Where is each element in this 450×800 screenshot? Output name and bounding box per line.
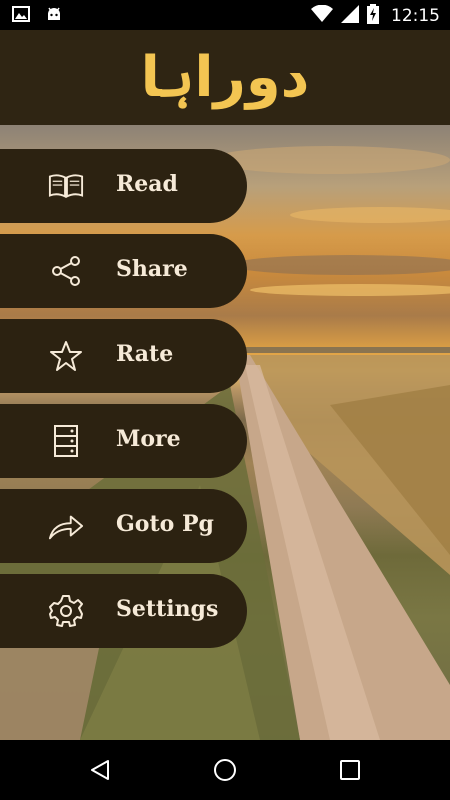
status-bar: 12:15: [0, 0, 450, 30]
gear-icon: [48, 593, 84, 629]
menu-item-read[interactable]: Read: [0, 149, 247, 223]
android-notification-icon: [46, 6, 62, 26]
home-button[interactable]: [210, 755, 240, 785]
book-icon: [48, 168, 84, 204]
wifi-icon: [311, 4, 333, 27]
status-left: [12, 6, 62, 26]
home-icon: [214, 759, 236, 781]
back-button[interactable]: [85, 755, 115, 785]
menu-label-more: More: [116, 426, 181, 452]
star-icon: [48, 338, 84, 374]
app-header: دوراہا: [0, 30, 450, 125]
share-icon: [48, 253, 84, 289]
status-right: 12:15: [311, 4, 440, 28]
back-icon: [91, 760, 109, 780]
status-time: 12:15: [391, 6, 440, 26]
menu-label-share: Share: [116, 256, 188, 282]
menu-item-settings[interactable]: Settings: [0, 574, 247, 648]
menu-item-rate[interactable]: Rate: [0, 319, 247, 393]
app-title: دوراہا: [140, 45, 310, 110]
menu-item-more[interactable]: More: [0, 404, 247, 478]
recents-icon: [340, 760, 360, 780]
menu-label-goto-pg: Goto Pg: [116, 511, 214, 537]
menu-label-read: Read: [116, 171, 178, 197]
list-icon: [48, 423, 84, 459]
forward-arrow-icon: [48, 508, 84, 544]
navigation-bar: [0, 740, 450, 800]
menu-label-rate: Rate: [116, 341, 174, 367]
signal-icon: [341, 5, 359, 27]
menu-item-goto-pg[interactable]: Goto Pg: [0, 489, 247, 563]
menu-label-settings: Settings: [116, 596, 219, 622]
battery-charging-icon: [367, 4, 379, 28]
recents-button[interactable]: [335, 755, 365, 785]
menu-item-share[interactable]: Share: [0, 234, 247, 308]
image-notification-icon: [12, 6, 30, 26]
